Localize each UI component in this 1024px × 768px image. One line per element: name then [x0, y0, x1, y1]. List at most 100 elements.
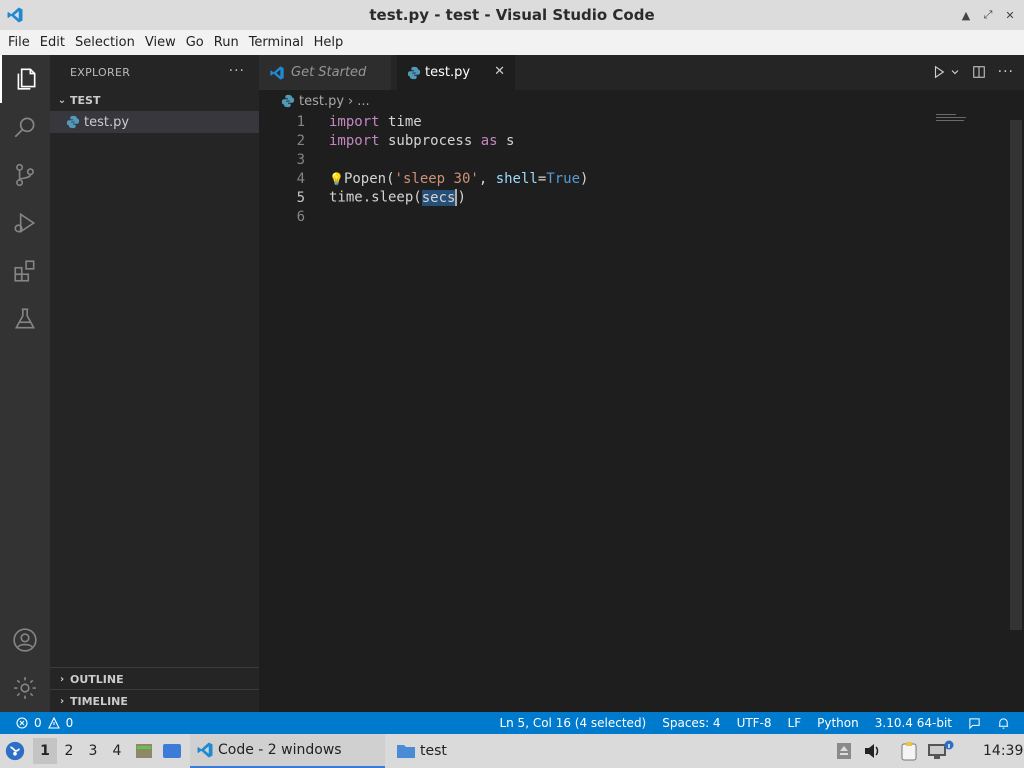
outline-section[interactable]: › OUTLINE — [50, 667, 259, 690]
line-number: 2 — [296, 132, 305, 149]
distro-logo-icon — [5, 741, 25, 761]
clock[interactable]: 14:39 — [983, 734, 1023, 768]
explorer-button[interactable] — [0, 55, 50, 103]
menu-run[interactable]: Run — [210, 35, 243, 50]
extensions-icon — [14, 260, 35, 282]
menu-go[interactable]: Go — [182, 35, 208, 50]
chevron-right-icon: › — [59, 695, 65, 707]
start-menu-button[interactable] — [4, 734, 26, 768]
vscode-logo-icon — [270, 65, 284, 80]
file-label: test.py — [84, 114, 130, 130]
vertical-scrollbar[interactable] — [1010, 120, 1022, 630]
menu-terminal[interactable]: Terminal — [245, 35, 308, 50]
account-icon — [13, 628, 37, 652]
sidebar-title: EXPLORER — [70, 65, 131, 79]
menu-file[interactable]: File — [4, 35, 34, 50]
code-text: Popen( — [343, 170, 395, 187]
split-editor-icon[interactable] — [972, 65, 986, 79]
workspace-2[interactable]: 2 — [57, 743, 81, 759]
workspace-3[interactable]: 3 — [81, 743, 105, 759]
problems-indicator[interactable]: 0 0 — [16, 716, 73, 730]
breadcrumb-separator: › — [348, 93, 354, 109]
menu-selection[interactable]: Selection — [71, 35, 139, 50]
file-manager-launcher[interactable] — [134, 734, 154, 768]
code-text: ) — [457, 189, 466, 206]
indentation[interactable]: Spaces: 4 — [662, 716, 720, 730]
folder-test[interactable]: ⌄ TEST — [50, 89, 259, 111]
run-debug-icon — [14, 212, 36, 234]
chevron-down-icon[interactable] — [950, 67, 960, 77]
menu-help[interactable]: Help — [310, 35, 348, 50]
task-folder-test[interactable]: test — [394, 734, 447, 768]
more-actions-icon[interactable]: ··· — [998, 64, 1014, 80]
tray-clipboard[interactable] — [900, 734, 918, 768]
tray-network[interactable] — [927, 734, 954, 768]
code-text: subprocess — [379, 132, 481, 149]
minimize-button[interactable]: ▲ — [958, 7, 974, 23]
line-number: 1 — [296, 113, 305, 130]
parameter: shell — [495, 170, 538, 187]
bell-icon[interactable] — [997, 717, 1010, 730]
keyword: import — [329, 132, 380, 149]
workspace-1[interactable]: 1 — [33, 738, 57, 764]
file-item-test-py[interactable]: test.py — [50, 111, 259, 133]
code-text: time — [379, 113, 422, 130]
manage-button[interactable] — [0, 664, 50, 712]
tab-test-py[interactable]: test.py ✕ — [397, 55, 515, 90]
warning-count: 0 — [65, 716, 74, 730]
tray-volume[interactable] — [863, 734, 881, 768]
testing-button[interactable] — [0, 295, 50, 343]
cursor-position[interactable]: Ln 5, Col 16 (4 selected) — [499, 716, 646, 730]
timeline-section[interactable]: › TIMELINE — [50, 689, 259, 712]
feedback-icon[interactable] — [968, 717, 981, 730]
python-file-icon — [66, 115, 80, 129]
files-icon — [17, 68, 36, 90]
selected-text: secs — [421, 189, 456, 206]
run-debug-button[interactable] — [0, 199, 50, 247]
language-mode[interactable]: Python — [817, 716, 859, 730]
accounts-button[interactable] — [0, 616, 50, 664]
breadcrumb-symbols[interactable]: ... — [357, 94, 369, 109]
close-window-button[interactable]: ✕ — [1002, 7, 1018, 23]
encoding[interactable]: UTF-8 — [737, 716, 772, 730]
workspace-4[interactable]: 4 — [105, 743, 129, 759]
desktop-icon — [163, 744, 181, 758]
show-desktop-button[interactable] — [162, 734, 182, 768]
end-of-line[interactable]: LF — [788, 716, 802, 730]
code-line: 1 import time — [259, 112, 999, 131]
info-badge-icon — [944, 740, 954, 750]
clipboard-icon — [901, 742, 917, 761]
code-text: , — [478, 170, 496, 187]
task-code[interactable]: Code - 2 windows — [190, 734, 385, 768]
string-literal: 'sleep 30' — [394, 170, 479, 187]
code-text: time.sleep( — [329, 189, 422, 206]
run-icon[interactable] — [932, 65, 946, 79]
more-actions-button[interactable]: ··· — [229, 63, 245, 79]
task-label: Code - 2 windows — [218, 742, 342, 758]
close-tab-button[interactable]: ✕ — [494, 64, 505, 79]
line-number: 3 — [296, 151, 305, 168]
source-control-icon — [16, 163, 34, 187]
extensions-button[interactable] — [0, 247, 50, 295]
menu-edit[interactable]: Edit — [36, 35, 69, 50]
code-line: 6 — [259, 207, 999, 226]
breadcrumb-file[interactable]: test.py — [299, 94, 344, 109]
warning-icon — [47, 717, 60, 729]
menu-view[interactable]: View — [141, 35, 180, 50]
maximize-button[interactable]: ⤢ — [980, 7, 996, 23]
code-text: s — [497, 132, 515, 149]
search-button[interactable] — [0, 103, 50, 151]
minimap[interactable] — [936, 112, 1006, 122]
gear-icon — [14, 677, 36, 699]
tray-eject[interactable] — [836, 734, 852, 768]
source-control-button[interactable] — [0, 151, 50, 199]
outline-label: OUTLINE — [70, 672, 124, 686]
python-interpreter[interactable]: 3.10.4 64-bit — [875, 716, 952, 730]
lightbulb-icon[interactable]: 💡 — [329, 172, 344, 186]
code-text: ) — [580, 170, 589, 187]
removable-media-icon — [837, 743, 851, 759]
workspace-switcher: 1 2 3 4 — [33, 734, 129, 768]
code-editor[interactable]: 1 import time 2 import subprocess as s 3… — [259, 112, 1024, 712]
sidebar-header: EXPLORER ··· — [50, 55, 259, 89]
tab-get-started[interactable]: Get Started — [259, 55, 392, 90]
